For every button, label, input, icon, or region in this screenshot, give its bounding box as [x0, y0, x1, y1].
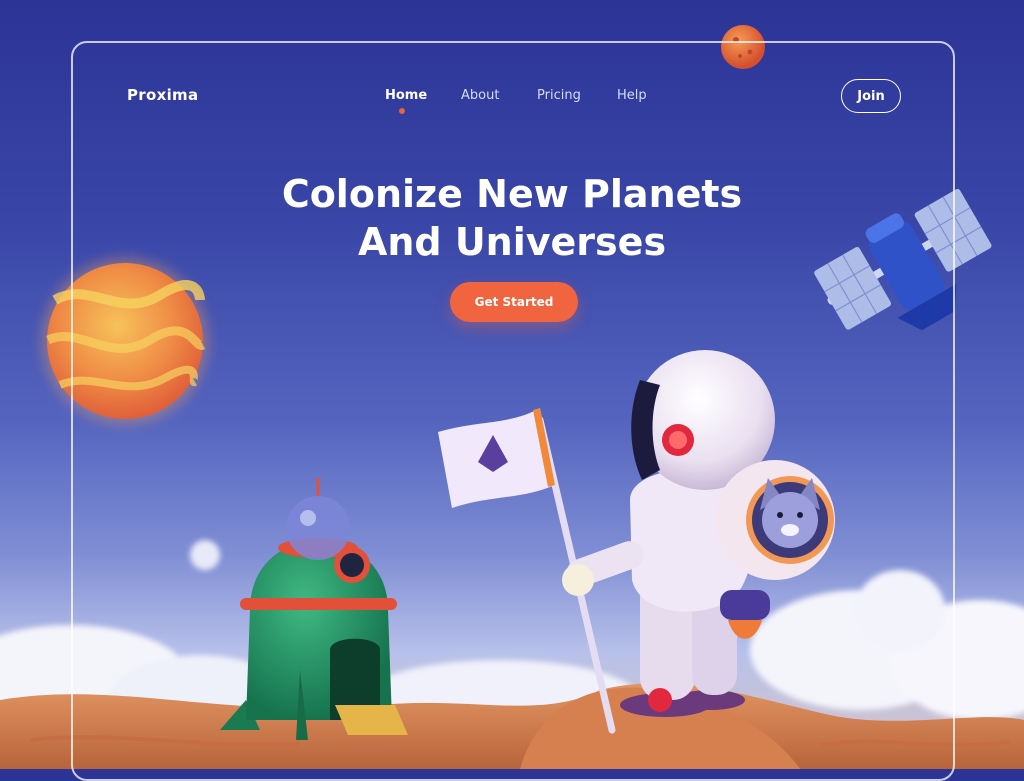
nav-item-help[interactable]: Help	[617, 88, 647, 103]
hero-title-line-2: And Universes	[357, 220, 667, 264]
brand-logo[interactable]: Proxima	[127, 86, 198, 104]
nav-item-about[interactable]: About	[461, 88, 499, 103]
get-started-button[interactable]: Get Started	[450, 282, 578, 322]
nav-item-pricing[interactable]: Pricing	[537, 88, 581, 103]
hero-title-line-1: Colonize New Planets	[281, 172, 743, 216]
join-button[interactable]: Join	[841, 79, 901, 113]
content-frame	[71, 41, 955, 781]
active-nav-indicator	[399, 108, 405, 114]
nav-item-home[interactable]: Home	[385, 88, 427, 103]
